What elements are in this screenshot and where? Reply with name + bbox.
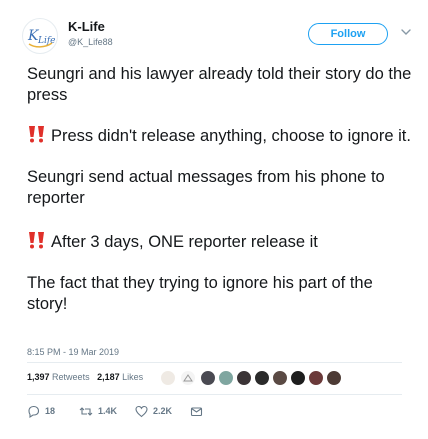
likes-count[interactable]: 2,187 xyxy=(97,372,120,382)
chevron-down-icon[interactable] xyxy=(398,24,414,40)
svg-text:Life: Life xyxy=(37,36,56,46)
tweet-timestamp[interactable]: 8:15 PM - 19 Mar 2019 xyxy=(27,347,119,357)
engagement-stats: 1,397 Retweets 2,187 Likes xyxy=(27,372,143,382)
avatar[interactable] xyxy=(160,370,176,386)
k-life-logo: K Life xyxy=(27,28,56,48)
tweet-header: K Life K-Life @K_Life88 Follow xyxy=(22,14,412,58)
retweets-label[interactable]: Retweets xyxy=(52,372,90,382)
avatar[interactable] xyxy=(254,370,270,386)
avatar[interactable] xyxy=(200,370,216,386)
avatar[interactable] xyxy=(180,370,196,386)
follow-button[interactable]: Follow xyxy=(308,23,388,45)
avatar[interactable] xyxy=(218,370,234,386)
reply-count: 18 xyxy=(45,406,56,416)
heart-icon xyxy=(135,405,148,417)
avatar[interactable] xyxy=(290,370,306,386)
avatar[interactable] xyxy=(236,370,252,386)
avatar[interactable] xyxy=(272,370,288,386)
envelope-icon xyxy=(190,406,203,416)
tweet-paragraph-text: Press didn't release anything, choose to… xyxy=(51,127,411,145)
tweet-actions: 18 1.4K 2.2K xyxy=(27,404,227,418)
double-exclamation-icon xyxy=(27,125,49,143)
tweet-paragraph-text: After 3 days, ONE reporter release it xyxy=(51,233,318,251)
tweet-paragraph: Seungri send actual messages from his ph… xyxy=(27,168,385,207)
like-count: 2.2K xyxy=(153,406,173,416)
avatar[interactable]: K Life xyxy=(22,18,58,54)
user-handle[interactable]: @K_Life88 xyxy=(68,37,113,47)
user-name[interactable]: K-Life xyxy=(68,19,105,34)
like-button[interactable]: 2.2K xyxy=(135,404,172,418)
avatar[interactable] xyxy=(308,370,324,386)
direct-message-button[interactable] xyxy=(190,404,203,418)
avatar[interactable] xyxy=(326,370,342,386)
double-exclamation-icon xyxy=(27,231,49,249)
tweet-text: Seungri and his lawyer already told thei… xyxy=(27,64,412,334)
tweet-paragraph: Seungri and his lawyer already told thei… xyxy=(27,65,412,104)
retweet-count: 1.4K xyxy=(98,406,118,416)
retweet-icon xyxy=(79,406,93,416)
tweet-paragraph: Press didn't release anything, choose to… xyxy=(27,125,412,147)
reply-icon xyxy=(28,405,40,418)
retweet-button[interactable]: 1.4K xyxy=(79,404,117,418)
divider xyxy=(27,394,402,395)
tweet-paragraph: The fact that they trying to ignore his … xyxy=(27,274,373,313)
tweet-paragraph: After 3 days, ONE reporter release it xyxy=(27,231,412,253)
reply-button[interactable]: 18 xyxy=(27,404,55,418)
likes-label[interactable]: Likes xyxy=(122,372,143,382)
retweets-count[interactable]: 1,397 xyxy=(27,372,50,382)
divider xyxy=(27,362,402,363)
